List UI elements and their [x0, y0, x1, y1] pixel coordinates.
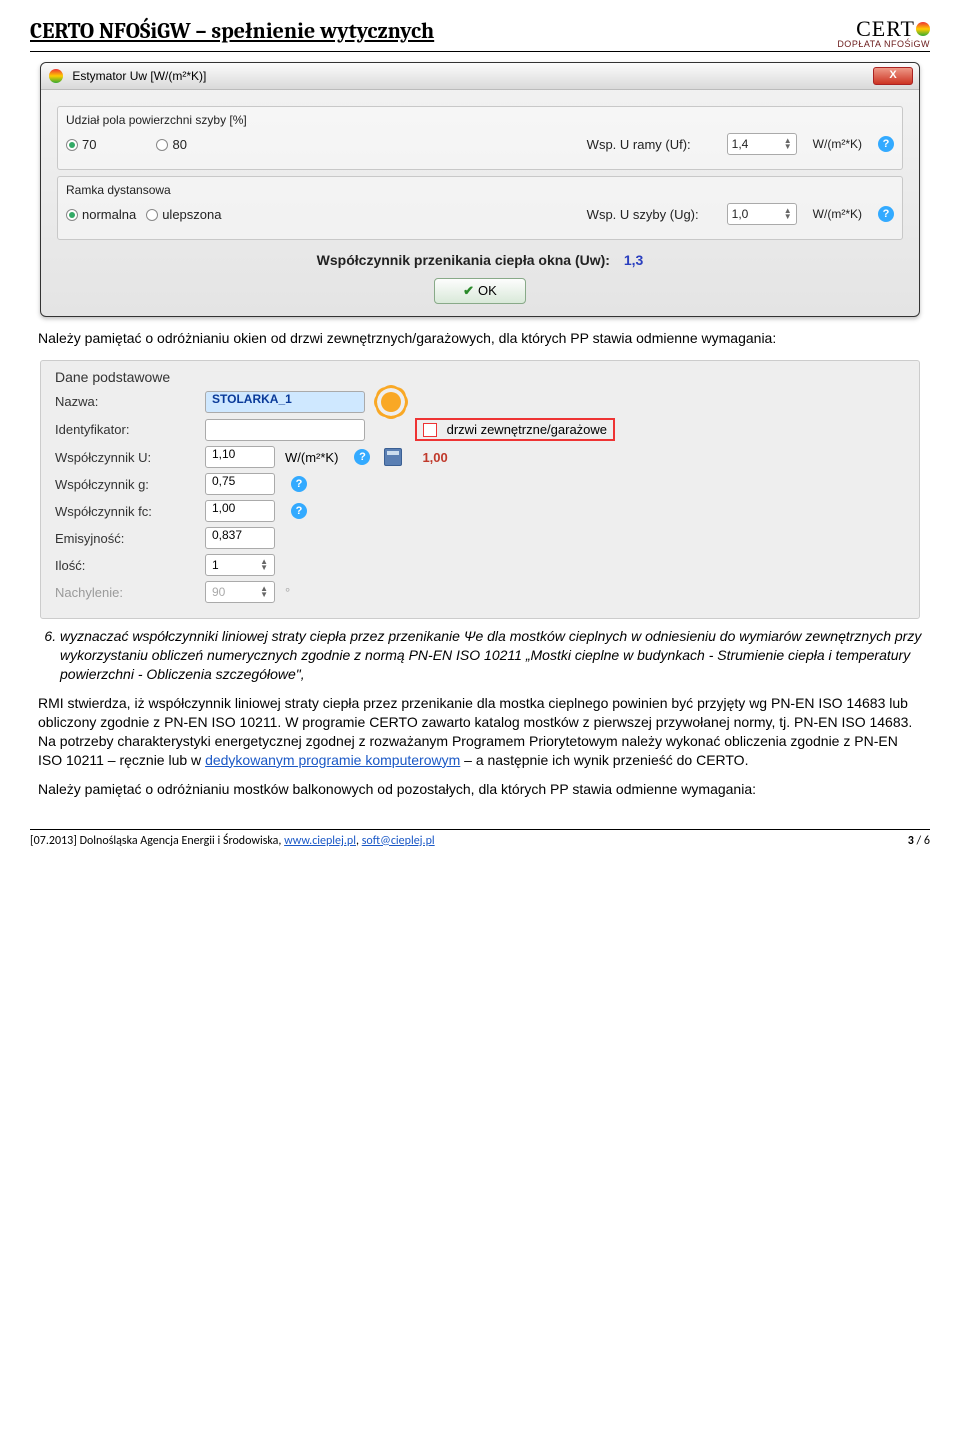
- radio-icon: [156, 139, 168, 151]
- nachylenie-label: Nachylenie:: [55, 585, 195, 600]
- radio-70[interactable]: 70: [66, 137, 96, 152]
- logo-text: CERT: [837, 18, 930, 40]
- nachylenie-spinner: 90 ▲▼: [205, 581, 275, 603]
- result-value: 1,3: [624, 252, 643, 268]
- u-limit-value: 1,00: [422, 450, 447, 465]
- window-titlebar: Estymator Uw [W/(m²*K)] X: [41, 63, 919, 90]
- g-input[interactable]: 0,75: [205, 473, 275, 495]
- calculator-icon[interactable]: [384, 448, 402, 466]
- spinner-arrows-icon: ▲▼: [260, 586, 268, 598]
- radio-normalna[interactable]: normalna: [66, 207, 136, 222]
- spinner-arrows-icon: ▲▼: [784, 138, 792, 150]
- uf-label: Wsp. U ramy (Uf):: [587, 137, 717, 152]
- requirement-item-6: wyznaczać współczynniki liniowej straty …: [60, 627, 922, 684]
- radio-icon: [66, 139, 78, 151]
- ug-unit: W/(m²*K): [813, 207, 862, 221]
- ok-button[interactable]: ✔OK: [434, 278, 526, 304]
- g-label: Współczynnik g:: [55, 477, 195, 492]
- spinner-arrows-icon: ▲▼: [260, 559, 268, 571]
- paragraph-intro: Należy pamiętać o odróżnianiu okien od d…: [38, 329, 922, 348]
- u-label: Współczynnik U:: [55, 450, 195, 465]
- nachylenie-unit: °: [285, 585, 290, 600]
- group-szyba: Udział pola powierzchni szyby [%] 70 80 …: [57, 106, 903, 170]
- group-ramka-label: Ramka dystansowa: [66, 183, 894, 197]
- drzwi-checkbox[interactable]: [423, 423, 437, 437]
- drzwi-checkbox-highlight: drzwi zewnętrzne/garażowe: [415, 418, 615, 442]
- result-row: Współczynnik przenikania ciepła okna (Uw…: [57, 252, 903, 268]
- window-body: Udział pola powierzchni szyby [%] 70 80 …: [41, 90, 919, 316]
- link-cieplej[interactable]: www.cieplej.pl: [284, 834, 356, 848]
- radio-80[interactable]: 80: [156, 137, 186, 152]
- radio-icon: [146, 209, 158, 221]
- u-input[interactable]: 1,10: [205, 446, 275, 468]
- window-estymator: Estymator Uw [W/(m²*K)] X Udział pola po…: [40, 62, 920, 317]
- nazwa-label: Nazwa:: [55, 394, 195, 409]
- window-title: Estymator Uw [W/(m²*K)]: [72, 69, 206, 83]
- identyfikator-label: Identyfikator:: [55, 422, 195, 437]
- group-szyba-label: Udział pola powierzchni szyby [%]: [66, 113, 894, 127]
- link-mail[interactable]: soft@cieplej.pl: [362, 834, 435, 848]
- panel-heading: Dane podstawowe: [55, 369, 905, 385]
- page-title: CERTO NFOŚiGW – spełnienie wytycznych: [30, 18, 434, 44]
- ilosc-label: Ilość:: [55, 558, 195, 573]
- drzwi-label: drzwi zewnętrzne/garażowe: [447, 422, 607, 437]
- help-icon[interactable]: ?: [291, 503, 307, 519]
- page-footer: [07.2013] Dolnośląska Agencja Energii i …: [30, 829, 930, 848]
- sun-icon[interactable]: [381, 392, 401, 412]
- ilosc-spinner[interactable]: 1 ▲▼: [205, 554, 275, 576]
- panel-dane-podstawowe: Dane podstawowe Nazwa: STOLARKA_1 Identy…: [40, 360, 920, 620]
- result-label: Współczynnik przenikania ciepła okna (Uw…: [317, 252, 610, 268]
- nazwa-input[interactable]: STOLARKA_1: [205, 391, 365, 413]
- page-number: 3 / 6: [908, 834, 930, 848]
- logo-mark-icon: [916, 22, 930, 36]
- logo-subtext: DOPŁATA NFOŚiGW: [837, 40, 930, 49]
- spinner-arrows-icon: ▲▼: [784, 208, 792, 220]
- radio-icon: [66, 209, 78, 221]
- radio-ulepszona[interactable]: ulepszona: [146, 207, 221, 222]
- paragraph-mostki: Należy pamiętać o odróżnianiu mostków ba…: [38, 780, 922, 799]
- requirement-list: wyznaczać współczynniki liniowej straty …: [60, 627, 922, 684]
- help-icon[interactable]: ?: [878, 136, 894, 152]
- uf-unit: W/(m²*K): [813, 137, 862, 151]
- identyfikator-input[interactable]: [205, 419, 365, 441]
- logo: CERT DOPŁATA NFOŚiGW: [837, 18, 930, 49]
- help-icon[interactable]: ?: [878, 206, 894, 222]
- footer-left: [07.2013] Dolnośląska Agencja Energii i …: [30, 834, 435, 848]
- paragraph-rmi: RMI stwierdza, iż współczynnik liniowej …: [38, 694, 922, 770]
- group-ramka: Ramka dystansowa normalna ulepszona Wsp.…: [57, 176, 903, 240]
- emis-input[interactable]: 0,837: [205, 527, 275, 549]
- u-unit: W/(m²*K): [285, 450, 338, 465]
- app-icon: [49, 69, 63, 83]
- link-dedykowany-program[interactable]: dedykowanym programie komputerowym: [205, 752, 460, 768]
- help-icon[interactable]: ?: [354, 449, 370, 465]
- fc-label: Współczynnik fc:: [55, 504, 195, 519]
- help-icon[interactable]: ?: [291, 476, 307, 492]
- ug-label: Wsp. U szyby (Ug):: [587, 207, 717, 222]
- check-icon: ✔: [463, 283, 474, 298]
- fc-input[interactable]: 1,00: [205, 500, 275, 522]
- close-button[interactable]: X: [873, 67, 913, 85]
- page-header: CERTO NFOŚiGW – spełnienie wytycznych CE…: [30, 18, 930, 52]
- ug-spinner[interactable]: 1,0 ▲▼: [727, 203, 797, 225]
- uf-spinner[interactable]: 1,4 ▲▼: [727, 133, 797, 155]
- emis-label: Emisyjność:: [55, 531, 195, 546]
